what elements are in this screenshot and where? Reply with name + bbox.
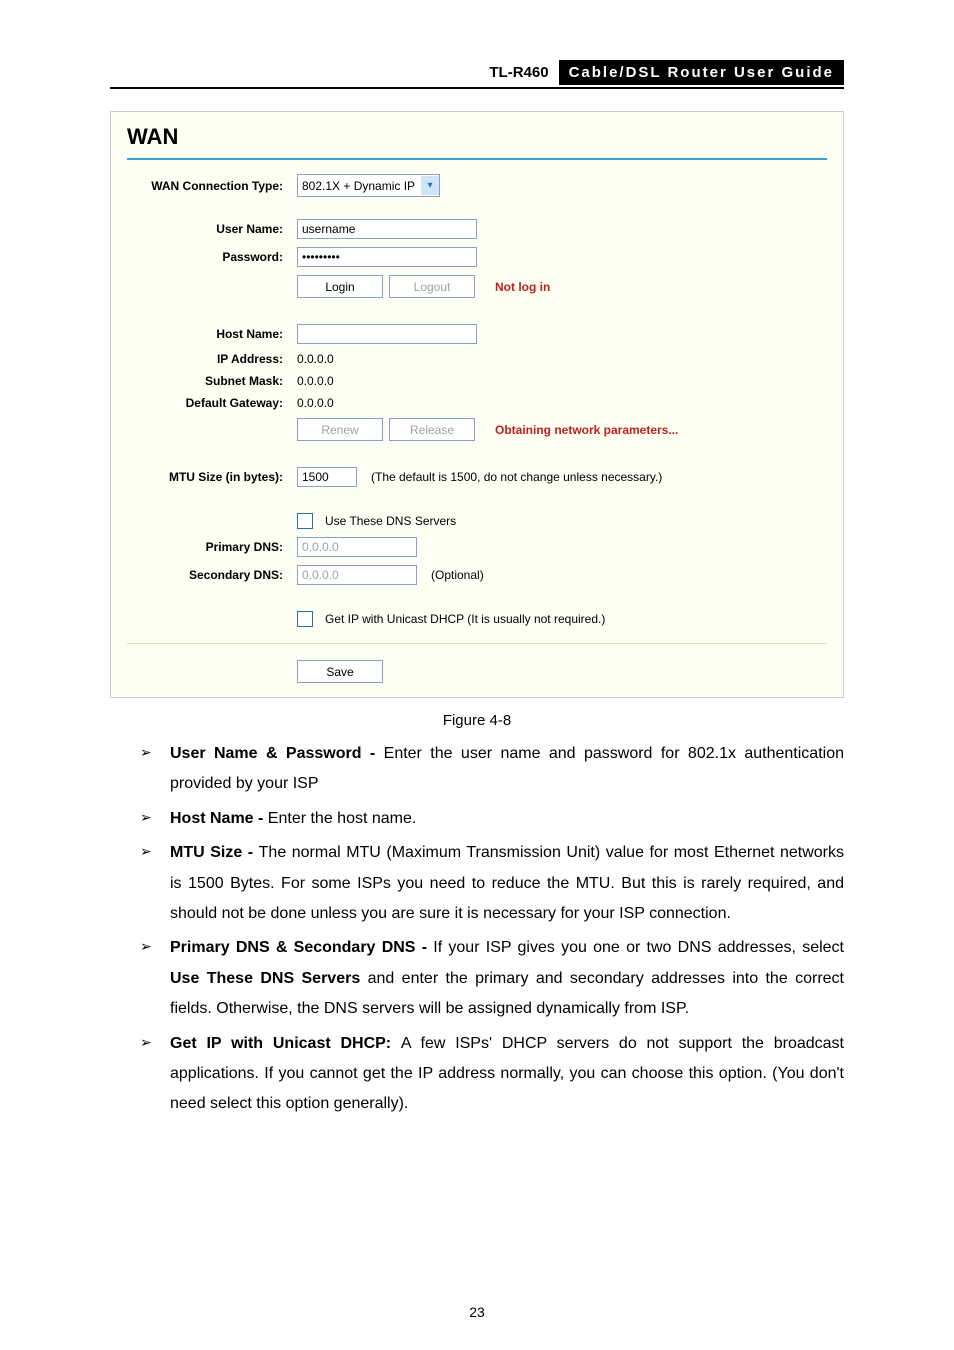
conn-type-value: 802.1X + Dynamic IP (302, 179, 415, 193)
username-input[interactable] (297, 219, 477, 239)
doc-header: TL-R460 Cable/DSL Router User Guide (110, 60, 844, 89)
hostname-input[interactable] (297, 324, 477, 344)
guide-title: Cable/DSL Router User Guide (559, 60, 844, 85)
use-dns-label: Use These DNS Servers (325, 514, 456, 528)
list-item: Primary DNS & Secondary DNS - If your IS… (140, 933, 844, 1024)
password-label: Password: (127, 250, 297, 264)
login-button[interactable]: Login (297, 275, 383, 298)
heading-rule (127, 158, 827, 160)
mtu-input[interactable] (297, 467, 357, 487)
model-label: TL-R460 (479, 60, 558, 85)
list-item: Host Name - Enter the host name. (140, 804, 844, 834)
list-item: MTU Size - The normal MTU (Maximum Trans… (140, 838, 844, 929)
hostname-label: Host Name: (127, 327, 297, 341)
renew-button[interactable]: Renew (297, 418, 383, 441)
chevron-down-icon: ▾ (421, 176, 439, 195)
conn-type-label: WAN Connection Type: (127, 179, 297, 193)
panel-heading: WAN (111, 112, 843, 154)
login-status: Not log in (495, 280, 550, 294)
primary-dns-input[interactable] (297, 537, 417, 557)
list-item: Get IP with Unicast DHCP: A few ISPs' DH… (140, 1029, 844, 1120)
wan-config-panel: WAN WAN Connection Type: 802.1X + Dynami… (110, 111, 844, 698)
description-list: User Name & Password - Enter the user na… (140, 739, 844, 1120)
mask-label: Subnet Mask: (127, 374, 297, 388)
conn-type-select[interactable]: 802.1X + Dynamic IP ▾ (297, 174, 440, 197)
gateway-value: 0.0.0.0 (297, 396, 334, 410)
secondary-dns-input[interactable] (297, 565, 417, 585)
primary-dns-label: Primary DNS: (127, 540, 297, 554)
dhcp-status: Obtaining network parameters... (495, 423, 678, 437)
ip-label: IP Address: (127, 352, 297, 366)
divider (127, 643, 827, 644)
use-dns-checkbox[interactable] (297, 513, 313, 529)
unicast-dhcp-checkbox[interactable] (297, 611, 313, 627)
username-label: User Name: (127, 222, 297, 236)
ip-value: 0.0.0.0 (297, 352, 334, 366)
save-button[interactable]: Save (297, 660, 383, 683)
logout-button[interactable]: Logout (389, 275, 475, 298)
list-item: User Name & Password - Enter the user na… (140, 739, 844, 800)
mtu-label: MTU Size (in bytes): (127, 470, 297, 484)
unicast-dhcp-label: Get IP with Unicast DHCP (It is usually … (325, 612, 605, 626)
release-button[interactable]: Release (389, 418, 475, 441)
secondary-dns-label: Secondary DNS: (127, 568, 297, 582)
page-number: 23 (0, 1304, 954, 1320)
figure-caption: Figure 4-8 (110, 712, 844, 729)
secondary-dns-hint: (Optional) (431, 568, 484, 582)
mtu-hint: (The default is 1500, do not change unle… (371, 470, 662, 484)
password-input[interactable] (297, 247, 477, 267)
gateway-label: Default Gateway: (127, 396, 297, 410)
mask-value: 0.0.0.0 (297, 374, 334, 388)
